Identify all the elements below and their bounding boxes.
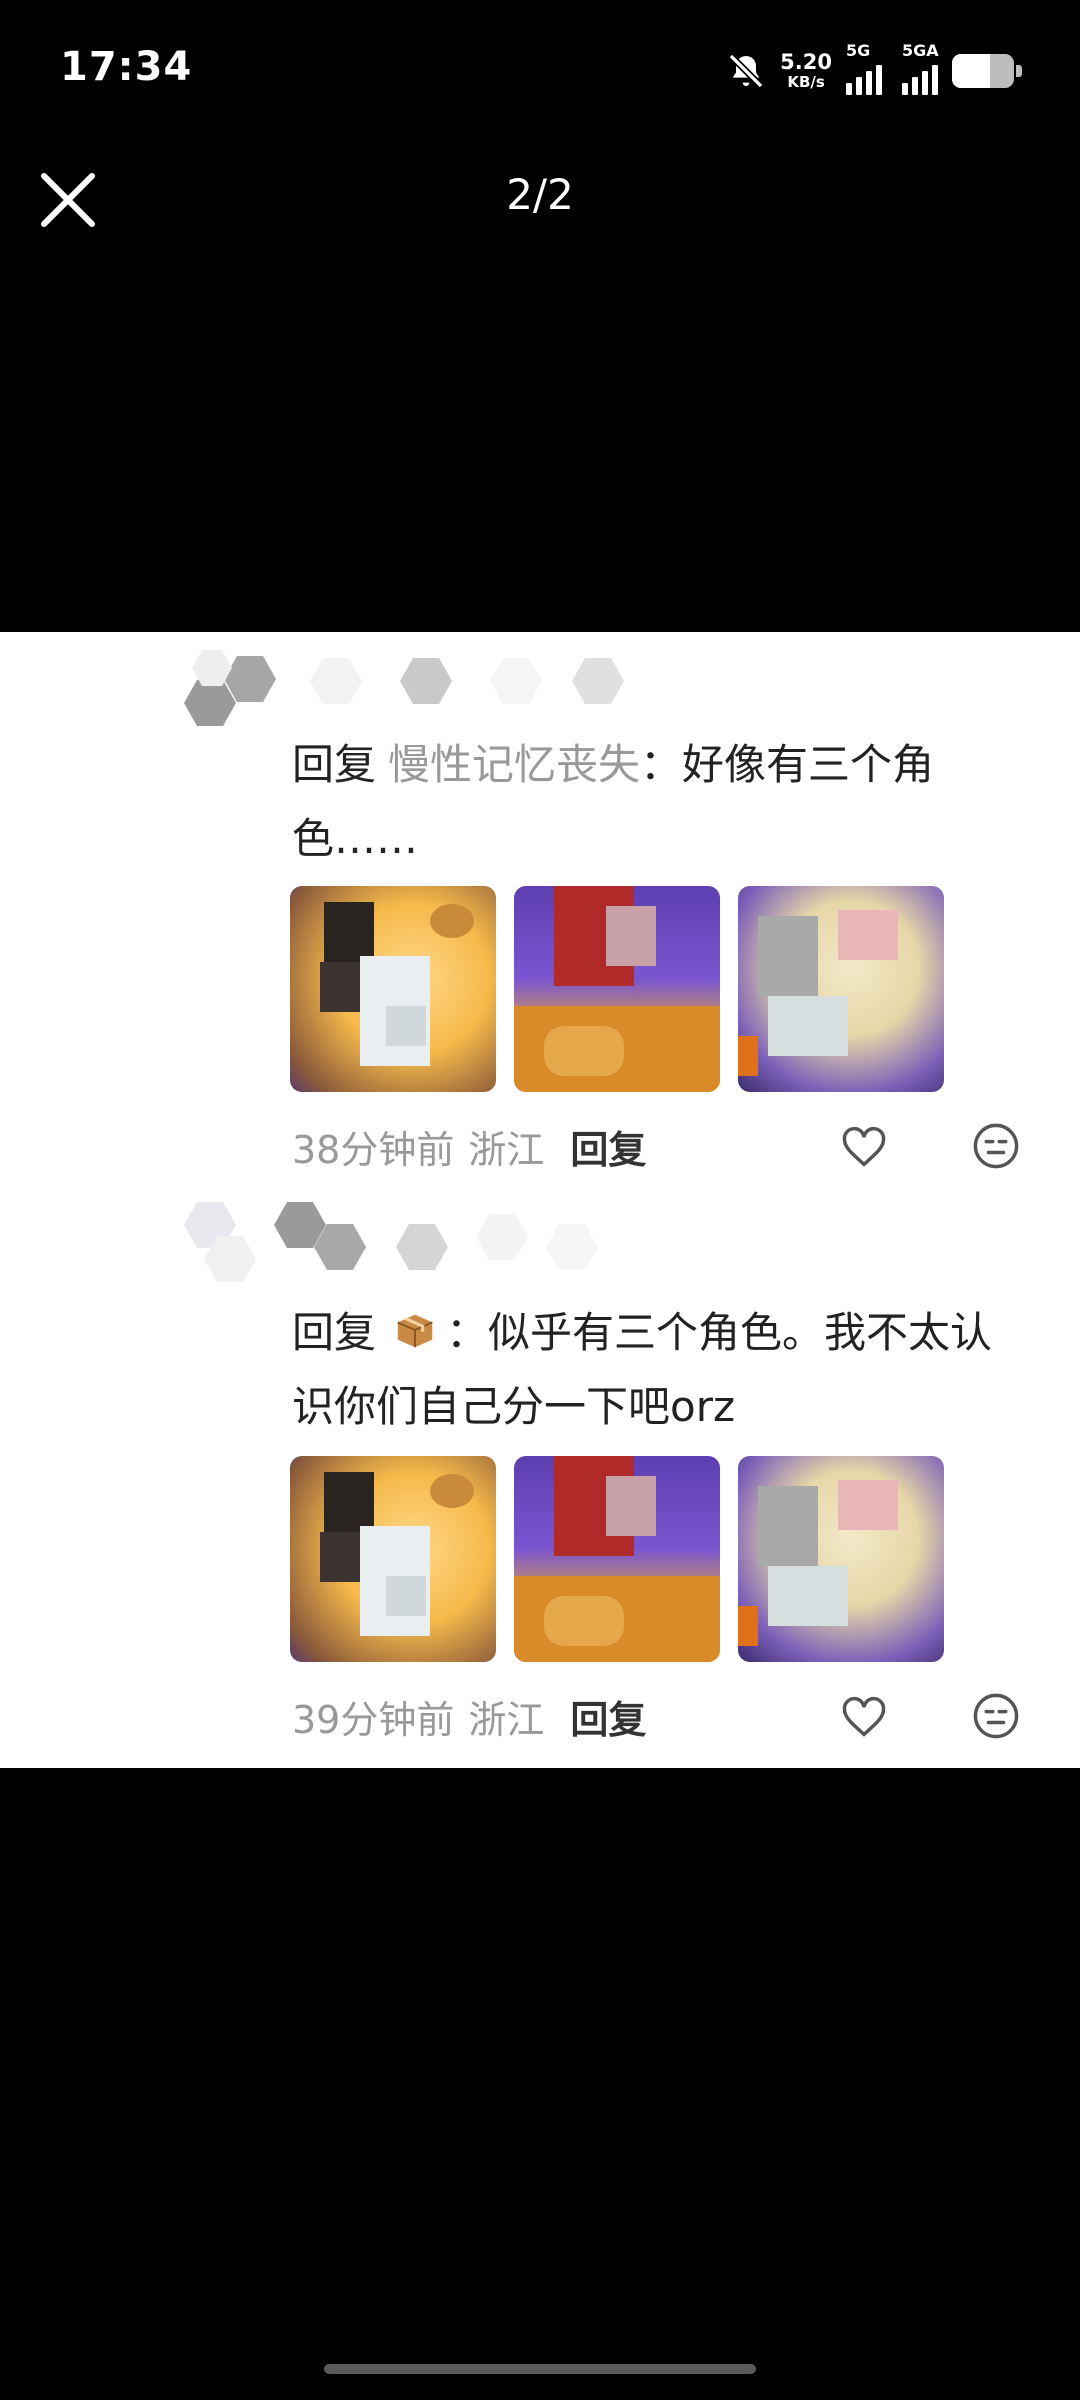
home-indicator[interactable] [324,2364,756,2374]
sim2-label: 5GA [902,41,939,60]
reply-label: 回复 [292,740,377,789]
comment-location: 浙江 [468,1127,545,1172]
heart-icon[interactable] [838,1690,890,1742]
reply-to-username[interactable]: 慢性记忆丧失 [388,740,640,789]
sim1-signal: 5G [846,41,882,95]
net-speed: 5.20 KB/s [780,52,832,90]
emoji-icon[interactable] [970,1690,1022,1742]
username-mosaic [310,658,640,704]
comment-meta: 39分钟前 浙江 回复 [292,1686,1032,1746]
reply-button[interactable]: 回复 [570,1689,646,1744]
thumbnail-image[interactable] [738,1456,944,1662]
thumbnail-image[interactable] [514,1456,720,1662]
avatar-mosaic [184,1202,384,1282]
net-speed-unit: KB/s [787,73,825,91]
sim2-signal: 5GA [902,41,939,95]
comment-text: 回复 ：似乎有三个角色。我不太认识你们自己分一下吧orz [292,1296,1032,1444]
comment-text: 回复 慢性记忆丧失：好像有三个角色…… [292,728,1032,876]
thumbnail-image[interactable] [290,886,496,1092]
image-counter: 2/2 [506,170,574,219]
status-bar: 17:34 5.20 KB/s 5G 5GA [0,0,1080,140]
box-emoji-icon[interactable] [392,1302,438,1348]
comment-time: 38分钟前 [292,1127,455,1172]
reply-label: 回复 [292,1308,377,1357]
comment-thumbnails [290,886,944,1092]
comment-meta: 38分钟前 浙江 回复 [292,1116,1032,1176]
comment-image[interactable]: 回复 慢性记忆丧失：好像有三个角色…… 38分钟前 浙江 回复 回复 ：似乎有三… [0,632,1080,1768]
emoji-icon[interactable] [970,1120,1022,1172]
battery-icon [952,54,1022,88]
thumbnail-image[interactable] [514,886,720,1092]
thumbnail-image[interactable] [738,886,944,1092]
comment-time: 39分钟前 [292,1697,455,1742]
sim1-label: 5G [846,41,871,60]
net-speed-value: 5.20 [780,50,832,74]
mute-bell-icon [728,53,764,89]
comment-location: 浙江 [468,1697,545,1742]
status-time: 17:34 [60,44,193,90]
reply-button[interactable]: 回复 [570,1119,646,1174]
thumbnail-image[interactable] [290,1456,496,1662]
heart-icon[interactable] [838,1120,890,1172]
avatar-mosaic [184,650,324,730]
username-mosaic [396,1214,636,1270]
status-icons: 5.20 KB/s 5G 5GA [726,41,1022,96]
comment-thumbnails [290,1456,944,1662]
